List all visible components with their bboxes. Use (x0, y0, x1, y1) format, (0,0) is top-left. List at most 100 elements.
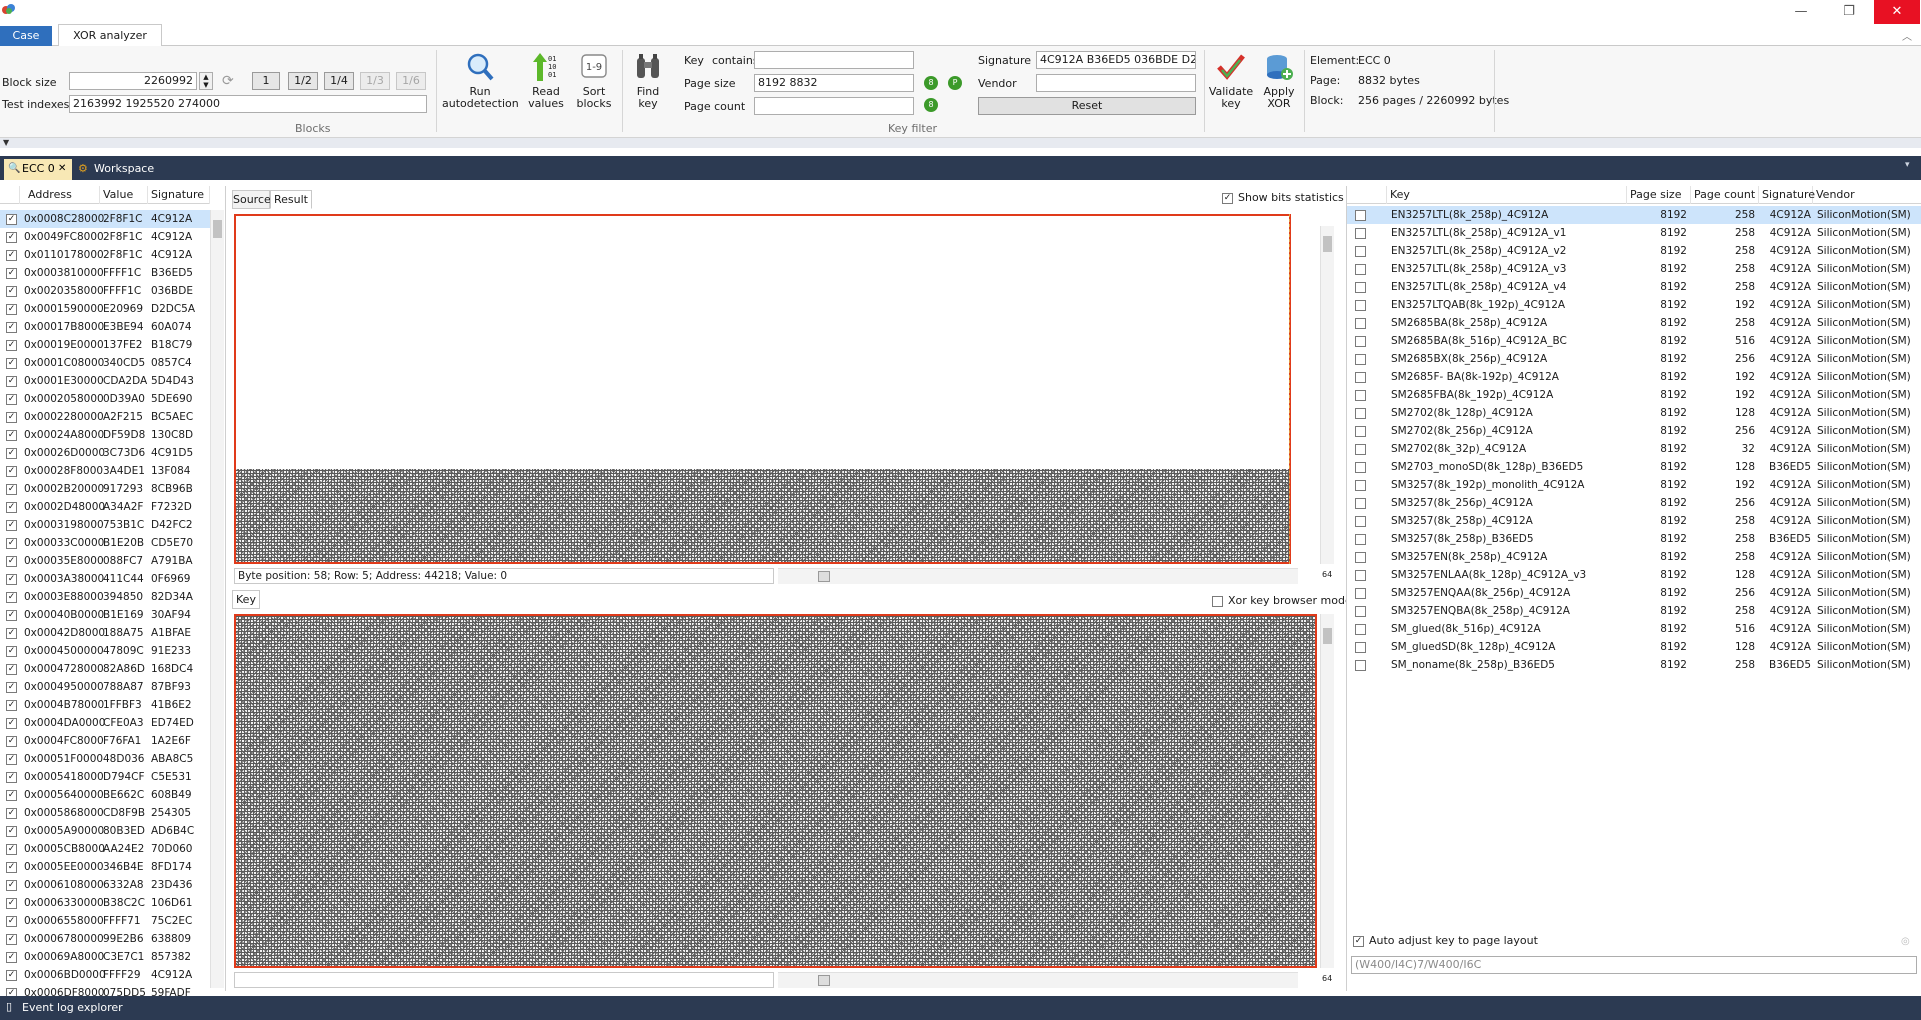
table-row[interactable]: ✓ 0x0002280000 A2F215 BC5AEC (0, 408, 210, 426)
result-vscroll[interactable] (1320, 226, 1334, 564)
row-checkbox[interactable]: ✓ (6, 646, 17, 657)
table-row[interactable]: ✓ 0x00024A8000 DF59D8 130C8D (0, 426, 210, 444)
row-checkbox[interactable]: ✓ (6, 502, 17, 513)
table-row[interactable]: ✓ 0x00026D0000 3C73D6 4C91D5 (0, 444, 210, 462)
row-checkbox[interactable]: ✓ (6, 394, 17, 405)
tab-menu-icon[interactable]: ▾ (1905, 160, 1910, 170)
row-checkbox[interactable]: ✓ (6, 682, 17, 693)
key-row[interactable]: SM3257ENLAA(8k_128p)_4C912A_v3 8192 128 4C9… (1347, 566, 1921, 584)
quick-access-dropdown-icon[interactable]: ▼ (3, 138, 9, 147)
table-row[interactable]: ✓ 0x0005868000 CD8F9B 254305 (0, 804, 210, 822)
scroll-thumb[interactable] (818, 975, 830, 986)
key-row[interactable]: SM2702(8k_32p)_4C912A 8192 32 4C912A Silicon… (1347, 440, 1921, 458)
tab-workspace[interactable]: ⚙ Workspace (78, 159, 168, 180)
row-checkbox[interactable]: ✓ (6, 304, 17, 315)
key-row[interactable]: SM3257ENQAA(8k_256p)_4C912A 8192 256 4C912A… (1347, 584, 1921, 602)
restore-button[interactable]: ❐ (1826, 0, 1872, 24)
row-checkbox[interactable]: ✓ (6, 664, 17, 675)
row-checkbox[interactable]: ✓ (6, 718, 17, 729)
key-row-checkbox[interactable] (1355, 516, 1366, 527)
key-row[interactable]: SM_gluedSD(8k_128p)_4C912A 8192 128 4C912A S… (1347, 638, 1921, 656)
key-row[interactable]: SM_glued(8k_516p)_4C912A 8192 516 4C912A Sil… (1347, 620, 1921, 638)
find-key-button[interactable]: Find key (628, 52, 668, 110)
tab-source[interactable]: Source (232, 190, 271, 209)
row-checkbox[interactable]: ✓ (6, 232, 17, 243)
key-row-checkbox[interactable] (1355, 534, 1366, 545)
row-checkbox[interactable]: ✓ (6, 628, 17, 639)
key-row-checkbox[interactable] (1355, 426, 1366, 437)
vendor-input[interactable] (1036, 74, 1196, 92)
row-checkbox[interactable]: ✓ (6, 376, 17, 387)
key-row-checkbox[interactable] (1355, 642, 1366, 653)
header-vendor[interactable]: Vendor (1813, 186, 1921, 204)
header-key[interactable]: Key (1387, 186, 1627, 204)
header-page-count[interactable]: Page count (1691, 186, 1759, 204)
key-row[interactable]: SM3257ENQBA(8k_258p)_4C912A 8192 258 4C912A… (1347, 602, 1921, 620)
result-hscroll[interactable] (778, 568, 1298, 584)
row-checkbox[interactable]: ✓ (6, 952, 17, 963)
table-row[interactable]: ✓ 0x0004FC8000 F76FA1 1A2E6F (0, 732, 210, 750)
key-row[interactable]: SM3257(8k_192p)_monolith_4C912A 8192 192 4C… (1347, 476, 1921, 494)
table-row[interactable]: ✓ 0x0004DA0000 CFE0A3 ED74ED (0, 714, 210, 732)
row-checkbox[interactable]: ✓ (6, 592, 17, 603)
row-checkbox[interactable]: ✓ (6, 736, 17, 747)
row-checkbox[interactable]: ✓ (6, 322, 17, 333)
table-row[interactable]: ✓ 0x0005640000 BE662C 608B49 (0, 786, 210, 804)
block-size-input[interactable]: 2260992 (69, 72, 197, 90)
key-row-checkbox[interactable] (1355, 606, 1366, 617)
key-row[interactable]: EN3257LTL(8k_258p)_4C912A_v3 8192 258 4C912… (1347, 260, 1921, 278)
collapse-ribbon-icon[interactable]: ︿ (1902, 28, 1912, 43)
tab-xor-analyzer[interactable]: XOR analyzer (58, 24, 162, 47)
key-row[interactable]: SM3257(8k_258p)_4C912A 8192 258 4C912A Silic… (1347, 512, 1921, 530)
key-contains-input[interactable] (754, 51, 914, 69)
divisor-quarter-button[interactable]: 1/4 (324, 72, 354, 90)
row-checkbox[interactable]: ✓ (6, 844, 17, 855)
table-row[interactable]: ✓ 0x00028F8000 3A4DE1 13F084 (0, 462, 210, 480)
key-row[interactable]: SM2702(8k_128p)_4C912A 8192 128 4C912A Silic… (1347, 404, 1921, 422)
row-checkbox[interactable]: ✓ (6, 538, 17, 549)
table-row[interactable]: ✓ 0x0006BD0000 FFFF29 4C912A (0, 966, 210, 984)
table-row[interactable]: ✓ 0x0002D48000 A34A2F F7232D (0, 498, 210, 516)
key-row[interactable]: SM2685F- BA(8k-192p)_4C912A 8192 192 4C912A… (1347, 368, 1921, 386)
row-checkbox[interactable]: ✓ (6, 556, 17, 567)
auto-adjust-checkbox[interactable]: ✓ (1353, 936, 1364, 947)
key-row[interactable]: SM3257(8k_258p)_B36ED5 8192 258 B36ED5 Silic… (1347, 530, 1921, 548)
key-row-checkbox[interactable] (1355, 210, 1366, 221)
key-row-checkbox[interactable] (1355, 498, 1366, 509)
key-vscroll[interactable] (1320, 614, 1334, 968)
row-checkbox[interactable]: ✓ (6, 574, 17, 585)
scroll-thumb[interactable] (1323, 628, 1332, 644)
row-checkbox[interactable]: ✓ (6, 898, 17, 909)
row-checkbox[interactable]: ✓ (6, 826, 17, 837)
refresh-icon[interactable]: ⟳ (222, 73, 234, 89)
header-signature[interactable]: Signature (1759, 186, 1815, 204)
key-row-checkbox[interactable] (1355, 552, 1366, 563)
divisor-half-button[interactable]: 1/2 (288, 72, 318, 90)
table-row[interactable]: ✓ 0x0003810000 FFFF1C B36ED5 (0, 264, 210, 282)
key-row[interactable]: EN3257LTQAB(8k_192p)_4C912A 8192 192 4C912A… (1347, 296, 1921, 314)
key-row-checkbox[interactable] (1355, 336, 1366, 347)
key-row-checkbox[interactable] (1355, 354, 1366, 365)
row-checkbox[interactable]: ✓ (6, 700, 17, 711)
table-row[interactable]: ✓ 0x0003E88000 394850 82D34A (0, 588, 210, 606)
scroll-thumb[interactable] (818, 571, 830, 582)
table-row[interactable]: ✓ 0x0005EE0000 346B4E 8FD174 (0, 858, 210, 876)
table-row[interactable]: ✓ 0x00051F0000 48D036 ABA8C5 (0, 750, 210, 768)
apply-xor-button[interactable]: Apply XOR (1258, 52, 1300, 110)
row-checkbox[interactable]: ✓ (6, 466, 17, 477)
row-checkbox[interactable]: ✓ (6, 268, 17, 279)
header-value[interactable]: Value (100, 186, 148, 204)
row-checkbox[interactable]: ✓ (6, 934, 17, 945)
row-checkbox[interactable]: ✓ (6, 772, 17, 783)
key-row-checkbox[interactable] (1355, 390, 1366, 401)
table-row[interactable]: ✓ 0x0006558000 FFFF71 75C2EC (0, 912, 210, 930)
key-row[interactable]: SM2685FBA(8k_192p)_4C912A 8192 192 4C912A Si… (1347, 386, 1921, 404)
reset-button[interactable]: Reset (978, 97, 1196, 115)
read-values-button[interactable]: 01 10 01 Read values (526, 52, 566, 110)
row-checkbox[interactable]: ✓ (6, 358, 17, 369)
table-row[interactable]: ✓ 0x0005CB8000 AA24E2 70D060 (0, 840, 210, 858)
key-row[interactable]: SM2702(8k_256p)_4C912A 8192 256 4C912A Silic… (1347, 422, 1921, 440)
layout-formula-input[interactable]: (W400/I4C)7/W400/I6C (1351, 956, 1917, 974)
header-address[interactable]: Address (20, 186, 100, 204)
table-row[interactable]: ✓ 0x0020358000 FFFF1C 036BDE (0, 282, 210, 300)
